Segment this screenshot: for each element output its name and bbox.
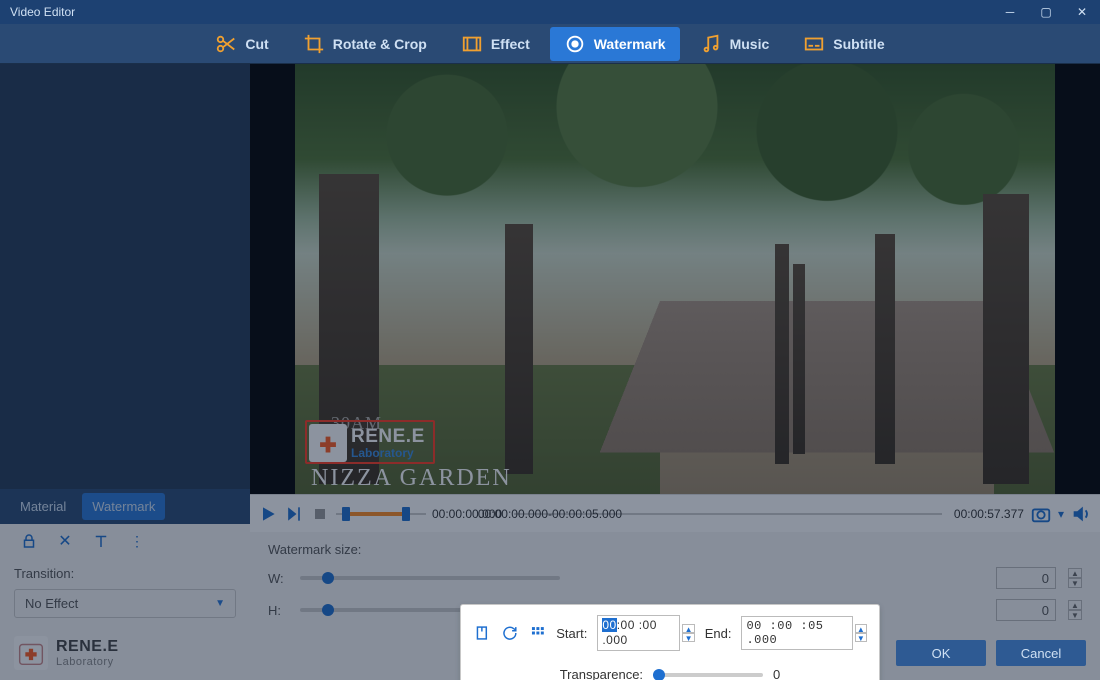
snapshot-button[interactable]	[1030, 503, 1052, 525]
transparence-label: Transparence:	[560, 667, 643, 680]
preview-wrap: 30AM RENE.E Laboratory NIZZA GARDEN	[250, 64, 1100, 494]
width-stepper[interactable]: ▲▼	[1068, 568, 1082, 588]
tab-cut-label: Cut	[245, 36, 268, 52]
end-time-field[interactable]: 00 :00 :05 .000 ▲▼	[741, 616, 867, 650]
preview-caption: NIZZA GARDEN	[311, 465, 512, 492]
close-button[interactable]: ✕	[1064, 0, 1100, 24]
height-value[interactable]: 0	[996, 599, 1056, 621]
titlebar: Video Editor ─ ▢ ✕	[0, 0, 1100, 24]
chevron-down-icon: ▼	[215, 598, 225, 609]
refresh-icon[interactable]	[501, 623, 519, 643]
tab-watermark[interactable]: Watermark	[550, 27, 680, 61]
transparence-slider[interactable]	[653, 673, 763, 677]
more-icon[interactable]: ⋮	[128, 532, 146, 550]
watermark-logo-icon	[309, 424, 347, 462]
transition-panel: Transition: No Effect ▼	[0, 558, 250, 626]
ok-button[interactable]: OK	[896, 640, 986, 666]
h-label: H:	[268, 603, 290, 618]
watermark-subtext: Laboratory	[351, 446, 425, 460]
body: Material Watermark ✕ ⋮ Transition: No Ef…	[0, 64, 1100, 680]
left-panel: Material Watermark ✕ ⋮ Transition: No Ef…	[0, 64, 250, 680]
main-toolbar: Cut Rotate & Crop Effect Watermark Music…	[0, 24, 1100, 64]
transparence-value: 0	[773, 667, 780, 680]
stop-button[interactable]	[310, 504, 330, 524]
minimize-button[interactable]: ─	[992, 0, 1028, 24]
dialog-buttons: OK Cancel	[896, 640, 1086, 666]
main-panel: 30AM RENE.E Laboratory NIZZA GARDEN	[250, 64, 1100, 680]
video-preview[interactable]: 30AM RENE.E Laboratory NIZZA GARDEN	[295, 64, 1055, 494]
end-label: End:	[705, 626, 732, 641]
w-label: W:	[268, 571, 290, 586]
brand-name: RENE.E	[56, 638, 119, 655]
watermark-icon	[564, 33, 586, 55]
end-value[interactable]: 00 :00 :05 .000	[741, 616, 852, 650]
transport-bar: 00:00:00.000 00:00:00.000-00:00:05.000 0…	[250, 494, 1100, 532]
width-slider[interactable]	[300, 576, 560, 580]
trim-start-handle[interactable]	[342, 507, 350, 521]
tab-rotate-crop[interactable]: Rotate & Crop	[289, 27, 441, 61]
maximize-button[interactable]: ▢	[1028, 0, 1064, 24]
left-preview-area	[0, 64, 250, 489]
width-value[interactable]: 0	[996, 567, 1056, 589]
tab-cut[interactable]: Cut	[201, 27, 282, 61]
trim-end-handle[interactable]	[402, 507, 410, 521]
app-window: Video Editor ─ ▢ ✕ Cut Rotate & Crop Eff…	[0, 0, 1100, 680]
volume-button[interactable]	[1070, 503, 1092, 525]
window-title: Video Editor	[10, 5, 75, 19]
scissors-icon	[215, 33, 237, 55]
subtitle-icon	[803, 33, 825, 55]
tab-subtitle-label: Subtitle	[833, 36, 884, 52]
start-label: Start:	[556, 626, 587, 641]
watermark-overlay[interactable]: RENE.E Laboratory	[305, 420, 435, 464]
left-tabs: Material Watermark	[0, 489, 250, 524]
transition-select[interactable]: No Effect ▼	[14, 589, 236, 618]
tab-watermark-label: Watermark	[594, 36, 666, 52]
transition-value: No Effect	[25, 596, 78, 611]
trim-timeline[interactable]	[336, 507, 426, 521]
tab-music[interactable]: Music	[686, 27, 784, 61]
watermark-text: RENE.E	[351, 427, 425, 446]
delete-icon[interactable]: ✕	[56, 532, 74, 550]
left-tab-watermark[interactable]: Watermark	[82, 493, 165, 520]
tab-effect[interactable]: Effect	[447, 27, 544, 61]
height-stepper[interactable]: ▲▼	[1068, 600, 1082, 620]
brand-footer: RENE.E Laboratory	[0, 626, 250, 680]
tab-subtitle[interactable]: Subtitle	[789, 27, 898, 61]
tab-rotate-label: Rotate & Crop	[333, 36, 427, 52]
start-stepper[interactable]: ▲▼	[682, 624, 694, 642]
tab-effect-label: Effect	[491, 36, 530, 52]
watermark-size-label: Watermark size:	[268, 542, 388, 557]
tab-music-label: Music	[730, 36, 770, 52]
range-label: 00:00:00.000-00:00:05.000	[478, 507, 622, 521]
marker-icon[interactable]	[473, 623, 491, 643]
lock-icon[interactable]	[20, 532, 38, 550]
brand-sub: Laboratory	[56, 656, 119, 668]
transition-label: Transition:	[14, 566, 236, 581]
grid-icon[interactable]	[529, 623, 547, 643]
crop-icon	[303, 33, 325, 55]
start-time-field[interactable]: 00:00 :00 .000 ▲▼	[597, 615, 694, 651]
play-range-button[interactable]	[284, 504, 304, 524]
total-time-label: 00:00:57.377	[954, 507, 1024, 521]
cancel-button[interactable]: Cancel	[996, 640, 1086, 666]
film-icon	[461, 33, 483, 55]
play-button[interactable]	[258, 504, 278, 524]
text-icon[interactable]	[92, 532, 110, 550]
brand-logo-icon	[14, 636, 48, 670]
left-tab-material[interactable]: Material	[10, 493, 76, 520]
end-stepper[interactable]: ▲▼	[855, 624, 867, 642]
left-toolbar: ✕ ⋮	[0, 524, 250, 558]
watermark-time-popup: Start: 00:00 :00 .000 ▲▼ End: 00 :00 :05…	[460, 604, 880, 680]
music-icon	[700, 33, 722, 55]
chevron-down-icon[interactable]: ▾	[1058, 507, 1064, 521]
start-hh[interactable]: 00	[602, 618, 616, 632]
